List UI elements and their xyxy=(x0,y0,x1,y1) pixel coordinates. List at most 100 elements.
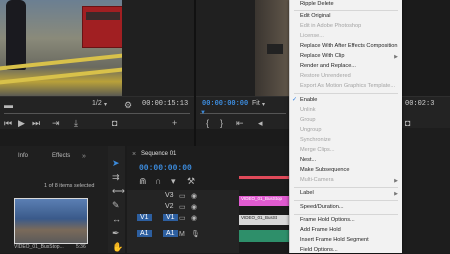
go-to-in-icon[interactable]: ⇤ xyxy=(236,118,244,128)
source-timecode: 00:00:15:13 xyxy=(142,100,189,108)
menu-item-enable[interactable]: Enable xyxy=(300,97,317,104)
tab-effects[interactable]: Effects xyxy=(52,153,70,159)
menu-item-edit-original[interactable]: Edit Original xyxy=(300,13,330,20)
signage xyxy=(267,44,283,54)
slip-tool-icon[interactable]: ↔ xyxy=(112,214,121,224)
step-forward-icon[interactable]: ⏭ xyxy=(32,118,40,128)
linked-selection-icon[interactable]: ∩ xyxy=(155,176,161,186)
program-scrub-bar[interactable] xyxy=(200,113,286,114)
menu-item-make-subsequence[interactable]: Make Subsequence xyxy=(300,167,349,174)
camera-icon[interactable]: ◘ xyxy=(112,118,117,128)
eye-icon[interactable]: ◉ xyxy=(191,203,197,213)
playhead-icon[interactable]: ▼ xyxy=(200,110,206,116)
checkmark-icon: ✓ xyxy=(292,97,298,103)
selection-status: 1 of 8 items selected xyxy=(44,183,95,189)
marker-icon[interactable]: ▬ xyxy=(4,100,13,110)
track-area[interactable]: VIDEO_01_BusStop VIDEO_01_BusSt xyxy=(239,190,289,253)
bus-image xyxy=(82,6,122,48)
lock-icon[interactable]: ▭ xyxy=(179,214,186,224)
menu-item-replace-ae-composition[interactable]: Replace With After Effects Composition xyxy=(300,43,398,50)
microphone-icon[interactable]: 🎙 xyxy=(191,230,200,240)
clip-duration: 5:36 xyxy=(76,244,86,250)
menu-item-export-mogrt: Export As Motion Graphics Template... xyxy=(300,83,396,89)
menu-item-multi-camera: Multi-Camera xyxy=(300,177,334,183)
menu-item-label[interactable]: Label xyxy=(300,190,314,197)
menu-separator xyxy=(294,214,398,215)
clip-a1[interactable] xyxy=(239,230,289,242)
menu-item-nest[interactable]: Nest... xyxy=(300,157,316,164)
overwrite-icon[interactable]: ⤓ xyxy=(74,118,78,128)
sequence-tab[interactable]: Sequence 01 xyxy=(141,151,176,157)
chevron-down-icon[interactable]: ▾ xyxy=(104,100,107,110)
clip-name: VIDEO_01_BusStop... xyxy=(14,244,64,250)
pen-tool-icon[interactable]: ✒ xyxy=(112,228,120,238)
submenu-arrow-icon: ▶ xyxy=(394,54,398,60)
timeline-panel: × Sequence 01 00:00:00:00 ⋒ ∩ ▾ ⚒ V3 V2 … xyxy=(127,146,289,253)
insert-icon[interactable]: ⇥ xyxy=(52,118,60,128)
menu-item-ripple-delete[interactable]: Ripple Delete xyxy=(300,1,334,8)
panel-menu-icon[interactable]: » xyxy=(82,153,86,160)
menu-separator xyxy=(294,10,398,11)
source-patch-v1[interactable]: V1 xyxy=(137,214,152,221)
step-back-icon[interactable]: ⏮ xyxy=(4,118,12,128)
menu-item-add-frame-hold[interactable]: Add Frame Hold xyxy=(300,227,341,234)
project-panel: Info Effects » 1 of 8 items selected VID… xyxy=(0,146,108,253)
mark-in-icon[interactable]: { xyxy=(206,118,209,128)
clip-v1[interactable]: VIDEO_01_BusSt xyxy=(239,215,289,225)
snap-icon[interactable]: ⋒ xyxy=(139,176,147,186)
menu-item-frame-hold-options[interactable]: Frame Hold Options... xyxy=(300,217,355,224)
source-monitor-video[interactable] xyxy=(0,0,122,96)
track-label-v1[interactable]: V1 xyxy=(163,214,178,221)
track-label-a1[interactable]: A1 xyxy=(163,230,178,237)
clip-v2-label: VIDEO_01_BusStop xyxy=(241,196,283,201)
work-area-bar[interactable] xyxy=(239,176,289,179)
menu-item-group: Group xyxy=(300,117,316,123)
menu-item-synchronize: Synchronize xyxy=(300,137,331,143)
source-scrub-bar[interactable] xyxy=(4,113,190,114)
tab-info[interactable]: Info xyxy=(18,153,28,159)
menu-item-replace-with-clip[interactable]: Replace With Clip xyxy=(300,53,344,60)
menu-item-edit-in-photoshop: Edit in Adobe Photoshop xyxy=(300,23,362,29)
step-back-icon[interactable]: ◂ xyxy=(258,118,263,128)
wrench-icon[interactable]: ⚒ xyxy=(187,176,195,186)
settings-icon[interactable]: ⚙ xyxy=(124,100,132,110)
camera-icon[interactable]: ◘ xyxy=(405,118,410,128)
menu-item-license: License... xyxy=(300,33,324,39)
menu-item-speed-duration[interactable]: Speed/Duration... xyxy=(300,204,344,211)
person-image xyxy=(6,0,26,70)
menu-item-insert-frame-hold-segment[interactable]: Insert Frame Hold Segment xyxy=(300,237,369,244)
road-stripe xyxy=(0,67,122,85)
clip-v1-label: VIDEO_01_BusSt xyxy=(241,215,278,220)
track-headers: V3 V2 V1 V1 A1 A1 ▭ ◉ ▭ ◉ ▭ ◉ M 🎙 xyxy=(127,190,239,253)
add-button-icon[interactable]: + xyxy=(172,118,177,128)
menu-item-unlink: Unlink xyxy=(300,107,316,113)
eye-icon[interactable]: ◉ xyxy=(191,192,197,202)
hand-tool-icon[interactable]: ✋ xyxy=(112,242,123,252)
clip-v2[interactable]: VIDEO_01_BusStop xyxy=(239,196,289,206)
mark-out-icon[interactable]: } xyxy=(220,118,223,128)
lock-icon[interactable]: ▭ xyxy=(179,192,186,202)
source-fit-select[interactable]: 1/2 xyxy=(92,100,102,107)
track-label-v2: V2 xyxy=(165,203,174,210)
lock-icon[interactable]: ▭ xyxy=(179,203,186,213)
source-monitor-controls: ▬ 1/2 ▾ ⚙ 00:00:15:13 ⏮ ▶ ⏭ ⇥ ⤓ ◘ + xyxy=(0,96,194,129)
program-current-time: 00:00:00:00 xyxy=(202,100,249,108)
program-monitor-controls: 00:00:00:00 Fit ▾ ▼ { } ⇤ ◂ xyxy=(196,96,289,129)
track-select-icon[interactable]: ⇉ xyxy=(112,172,120,182)
clip-thumbnail[interactable] xyxy=(14,198,88,244)
ripple-edit-icon[interactable]: ⟷ xyxy=(112,186,125,196)
program-fit-select[interactable]: Fit xyxy=(252,100,260,107)
close-icon[interactable]: × xyxy=(132,151,136,158)
chevron-down-icon[interactable]: ▾ xyxy=(262,100,265,110)
mute-icon[interactable]: M xyxy=(179,230,185,240)
right-panel xyxy=(401,128,450,253)
razor-icon[interactable]: ✎ xyxy=(112,200,120,210)
menu-item-merge-clips: Merge Clips... xyxy=(300,147,335,153)
source-monitor-letterbox xyxy=(122,0,194,96)
add-marker-icon[interactable]: ▾ xyxy=(171,176,176,186)
menu-item-render-and-replace[interactable]: Render and Replace... xyxy=(300,63,356,70)
selection-tool-icon[interactable]: ➤ xyxy=(112,158,120,168)
source-patch-a1[interactable]: A1 xyxy=(137,230,152,237)
eye-icon[interactable]: ◉ xyxy=(191,214,197,224)
play-icon[interactable]: ▶ xyxy=(18,118,25,128)
